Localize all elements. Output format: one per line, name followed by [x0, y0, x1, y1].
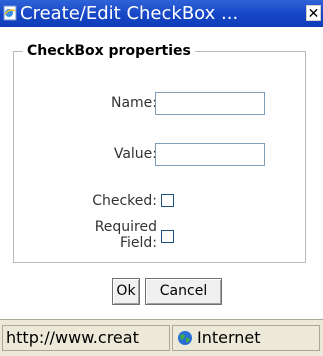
- close-button[interactable]: ✕: [306, 5, 321, 22]
- required-label-line2: Field:: [119, 235, 157, 251]
- name-label: Name:: [110, 95, 157, 111]
- window-title: Create/Edit CheckBox ...: [20, 3, 239, 24]
- checked-label: Checked:: [92, 193, 157, 209]
- globe-icon: [178, 331, 192, 345]
- ie-page-icon: [3, 5, 17, 21]
- checkbox-properties-group: CheckBox properties Name: Value: Checked…: [13, 43, 306, 263]
- required-field-checkbox[interactable]: [161, 230, 174, 243]
- checked-checkbox[interactable]: [161, 194, 174, 207]
- ok-button[interactable]: Ok: [112, 278, 140, 305]
- required-label-line1: Required: [94, 219, 157, 235]
- cancel-button[interactable]: Cancel: [145, 278, 222, 305]
- name-field[interactable]: [155, 92, 265, 115]
- value-label: Value:: [113, 146, 157, 162]
- zone-label: Internet: [197, 328, 261, 347]
- security-zone[interactable]: Internet: [172, 325, 320, 351]
- value-field[interactable]: [155, 143, 265, 166]
- status-bar: http://www.creat Internet: [0, 319, 323, 356]
- status-url: http://www.creat: [2, 325, 170, 351]
- group-legend: CheckBox properties: [27, 43, 191, 59]
- close-icon: ✕: [307, 6, 320, 22]
- dialog-content: CheckBox properties Name: Value: Checked…: [0, 27, 323, 319]
- title-bar[interactable]: Create/Edit CheckBox ... ✕: [0, 0, 323, 27]
